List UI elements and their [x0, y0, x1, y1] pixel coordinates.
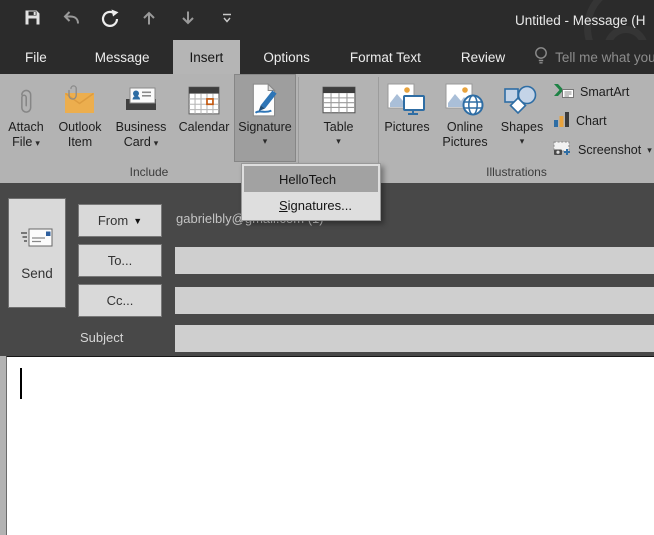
text-cursor — [20, 368, 22, 399]
signature-button[interactable]: Signature ▾ — [234, 74, 296, 162]
outlook-item-button[interactable]: Outlook Item — [52, 74, 108, 162]
group-label-illustrations: Illustrations — [486, 165, 547, 179]
chart-button[interactable]: Chart — [553, 108, 652, 133]
ribbon-group-illustrations: Pictures Online Pictures Shapes ▾ SmartA… — [379, 74, 654, 183]
screenshot-icon — [553, 141, 572, 159]
dropdown-caret-icon: ▾ — [153, 137, 159, 148]
redo-button[interactable] — [98, 7, 122, 33]
arrow-down-icon — [180, 10, 196, 31]
online-pictures-button[interactable]: Online Pictures — [435, 74, 495, 162]
outlook-message-window: Untitled - Message (H File Message Inser… — [0, 0, 654, 535]
dropdown-caret-icon: ▾ — [519, 136, 525, 146]
outlook-item-icon — [62, 80, 98, 120]
tab-insert[interactable]: Insert — [172, 40, 241, 74]
move-up-button[interactable] — [137, 7, 161, 33]
shapes-button[interactable]: Shapes ▾ — [495, 74, 549, 162]
shapes-icon — [502, 80, 542, 120]
qat-more-icon — [222, 11, 232, 29]
menu-item-signatures[interactable]: Signatures... — [244, 192, 378, 218]
customize-qat-button[interactable] — [215, 7, 239, 33]
send-button[interactable]: Send — [8, 198, 66, 308]
pictures-icon — [387, 80, 427, 120]
business-card-icon — [122, 80, 160, 120]
screenshot-button[interactable]: Screenshot ▾ — [553, 137, 652, 162]
to-field[interactable] — [175, 247, 654, 274]
window-title: Untitled - Message (H — [515, 13, 646, 28]
business-card-button[interactable]: Business Card ▾ — [108, 74, 174, 162]
undo-button[interactable] — [59, 7, 83, 33]
tab-options[interactable]: Options — [246, 40, 327, 74]
from-button[interactable]: From ▼ — [78, 204, 162, 237]
cc-button[interactable]: Cc... — [78, 284, 162, 317]
undo-icon — [61, 10, 81, 30]
table-button[interactable]: Table ▾ — [311, 74, 367, 162]
pictures-button[interactable]: Pictures — [379, 74, 435, 162]
signature-dropdown-menu: HelloTech Signatures... — [241, 163, 381, 221]
from-caret-icon: ▼ — [133, 215, 143, 226]
dropdown-caret-icon: ▾ — [647, 144, 652, 155]
calendar-button[interactable]: Calendar — [174, 74, 234, 162]
subject-label: Subject — [80, 330, 124, 345]
move-down-button[interactable] — [176, 7, 200, 33]
arrow-up-icon — [141, 10, 157, 31]
dropdown-caret-icon: ▾ — [35, 137, 40, 148]
tell-me-box[interactable]: Tell me what you w — [534, 40, 654, 74]
chart-icon — [553, 111, 570, 131]
paperclip-icon — [15, 80, 37, 120]
illustrations-small-buttons: SmartArt Chart Screenshot ▾ — [549, 74, 652, 162]
save-button[interactable] — [20, 7, 44, 33]
menu-item-hellotech[interactable]: HelloTech — [244, 166, 378, 192]
signature-icon — [247, 80, 283, 120]
send-envelope-icon — [19, 225, 55, 254]
tell-me-label: Tell me what you w — [555, 49, 654, 65]
titlebar: Untitled - Message (H — [0, 0, 654, 74]
tab-review[interactable]: Review — [444, 40, 522, 74]
calendar-icon — [188, 80, 220, 120]
save-icon — [24, 9, 41, 31]
online-pictures-icon — [445, 80, 485, 120]
dropdown-caret-icon: ▾ — [336, 136, 341, 146]
dropdown-caret-icon: ▾ — [262, 136, 268, 146]
cc-field[interactable] — [175, 287, 654, 314]
tab-file[interactable]: File — [8, 40, 64, 74]
smartart-button[interactable]: SmartArt — [553, 79, 652, 104]
attach-file-button[interactable]: Attach File ▾ — [0, 74, 52, 162]
tab-format-text[interactable]: Format Text — [333, 40, 438, 74]
redo-icon — [101, 9, 120, 32]
tab-message[interactable]: Message — [78, 40, 167, 74]
quick-access-toolbar — [20, 0, 239, 40]
table-icon — [322, 80, 356, 120]
ribbon-tab-bar: File Message Insert Options Format Text … — [0, 40, 654, 74]
subject-field[interactable] — [175, 325, 654, 352]
to-button[interactable]: To... — [78, 244, 162, 277]
message-body-editor[interactable] — [6, 356, 654, 535]
smartart-icon — [553, 82, 574, 102]
lightbulb-icon — [534, 46, 548, 68]
send-label: Send — [21, 266, 53, 281]
